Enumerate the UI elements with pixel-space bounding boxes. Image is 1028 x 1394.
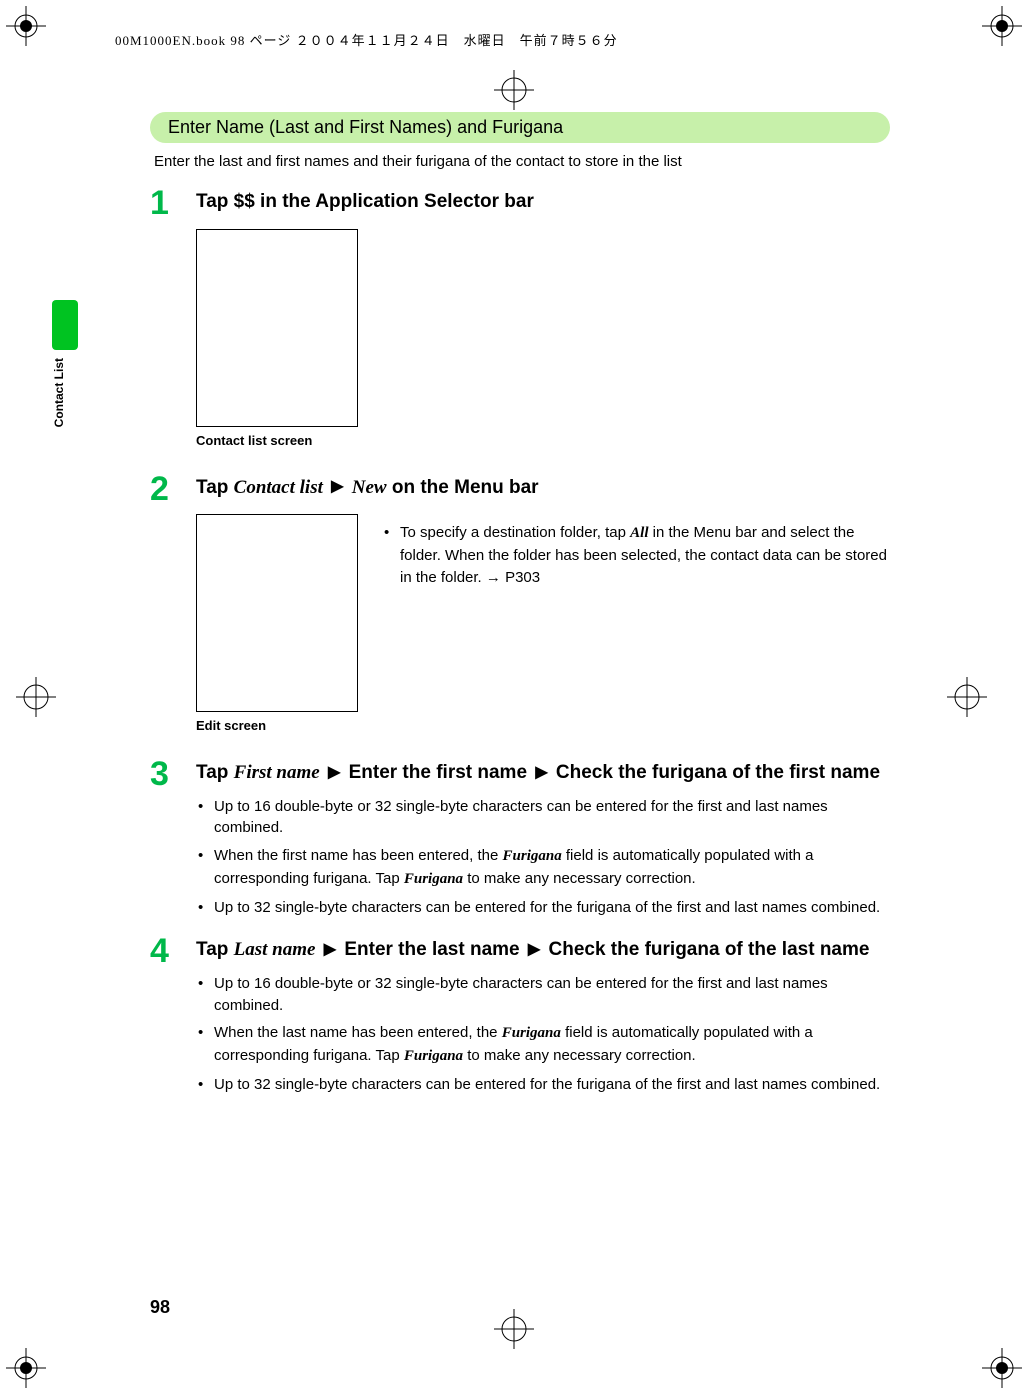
text: Tap — [196, 477, 234, 498]
step-2-title: Tap Contact list ▶ New on the Menu bar — [196, 474, 890, 503]
arrow-icon: ▶ — [324, 938, 336, 962]
contact-list-screenshot-placeholder — [196, 229, 358, 427]
registration-mark-icon — [489, 1304, 539, 1354]
menu-path-part: New — [352, 477, 387, 498]
bullet: Up to 32 single-byte characters can be e… — [196, 1074, 890, 1096]
field-label: First name — [234, 762, 320, 783]
step-number: 1 — [150, 184, 192, 223]
step-number: 2 — [150, 470, 192, 509]
step-1-title: Tap $$ in the Application Selector bar — [196, 188, 890, 217]
field-label: Furigana — [404, 871, 463, 887]
text: When the first name has been entered, th… — [214, 847, 503, 864]
text — [323, 477, 328, 498]
text: Check the furigana of the first name — [551, 762, 880, 783]
step-2: 2 Tap Contact list ▶ New on the Menu bar… — [150, 474, 890, 748]
step-2-note: To specify a destination folder, tap All… — [382, 522, 890, 588]
build-header-note: 00M1000EN.book 98 ページ ２００４年１１月２４日 水曜日 午前… — [115, 30, 948, 49]
text: When the last name has been entered, the — [214, 1024, 502, 1041]
text: to make any necessary correction. — [463, 870, 696, 887]
menu-path-part: Contact list — [234, 477, 323, 498]
bullet: Up to 16 double-byte or 32 single-byte c… — [196, 973, 890, 1017]
step-number: 4 — [150, 932, 192, 971]
text: To specify a destination folder, tap — [400, 524, 630, 541]
text: to make any necessary correction. — [463, 1047, 696, 1064]
registration-mark-icon — [489, 65, 539, 115]
bullet: When the first name has been entered, th… — [196, 845, 890, 891]
crop-mark-icon — [962, 1328, 1022, 1388]
crop-mark-icon — [6, 6, 66, 66]
step-1: 1 Tap $$ in the Application Selector bar… — [150, 188, 890, 462]
arrow-icon: ▶ — [331, 475, 343, 499]
xref: P303 — [505, 569, 540, 586]
text: Tap — [196, 939, 234, 960]
section-title: Enter Name (Last and First Names) and Fu… — [150, 112, 890, 143]
bullet: Up to 16 double-byte or 32 single-byte c… — [196, 796, 890, 840]
step-4: 4 Tap Last name ▶ Enter the last name ▶ … — [150, 936, 890, 1101]
crop-mark-icon — [6, 1328, 66, 1388]
registration-mark-icon — [11, 672, 61, 722]
bullet: Up to 32 single-byte characters can be e… — [196, 897, 890, 919]
registration-mark-icon — [942, 672, 992, 722]
edit-screen-screenshot-placeholder — [196, 514, 358, 712]
figure-caption: Edit screen — [196, 718, 358, 733]
step-4-title: Tap Last name ▶ Enter the last name ▶ Ch… — [196, 936, 890, 965]
section-intro: Enter the last and first names and their… — [154, 153, 886, 170]
text: Enter the last name — [339, 939, 525, 960]
content: Enter Name (Last and First Names) and Fu… — [150, 112, 890, 1114]
side-tab: Contact List — [52, 300, 78, 430]
side-tab-color — [52, 300, 78, 350]
arrow-icon: ▶ — [535, 761, 547, 785]
crop-mark-icon — [962, 6, 1022, 66]
field-label: Furigana — [503, 848, 562, 864]
step-3-title: Tap First name ▶ Enter the first name ▶ … — [196, 759, 890, 788]
text: Tap — [196, 762, 234, 783]
page-number: 98 — [150, 1297, 170, 1318]
ui-label: All — [630, 525, 648, 541]
figure-caption: Contact list screen — [196, 433, 358, 448]
field-label: Furigana — [502, 1025, 561, 1041]
bullet: When the last name has been entered, the… — [196, 1022, 890, 1068]
step-3: 3 Tap First name ▶ Enter the first name … — [150, 759, 890, 924]
field-label: Last name — [234, 939, 316, 960]
field-label: Furigana — [404, 1048, 463, 1064]
side-tab-label: Contact List — [52, 358, 66, 427]
text: Enter the first name — [343, 762, 532, 783]
text: Check the furigana of the last name — [543, 939, 869, 960]
step-number: 3 — [150, 755, 192, 794]
arrow-icon: ▶ — [528, 938, 540, 962]
arrow-icon: ▶ — [328, 761, 340, 785]
text: on the Menu bar — [387, 477, 539, 498]
page: 00M1000EN.book 98 ページ ２００４年１１月２４日 水曜日 午前… — [0, 0, 1028, 1394]
arrow-right-icon: → — [486, 569, 501, 586]
